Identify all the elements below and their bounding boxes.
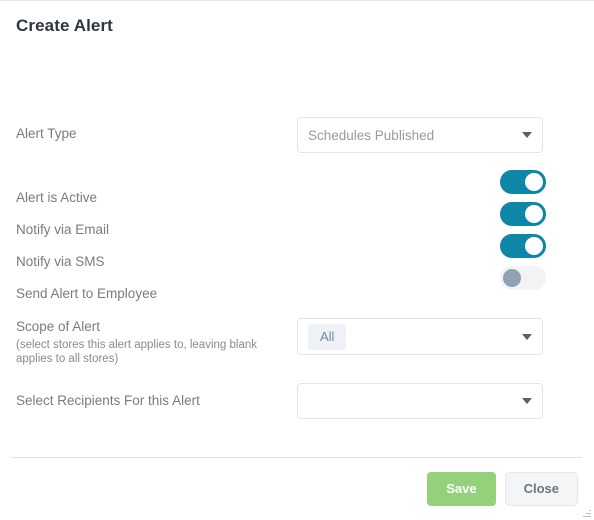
select-recipients-select[interactable]: [297, 383, 543, 419]
scope-of-alert-value: All: [308, 323, 514, 350]
send-alert-to-employee-label: Send Alert to Employee: [16, 286, 158, 301]
toggle-knob: [525, 205, 543, 223]
send-alert-to-employee-toggle[interactable]: [500, 266, 546, 290]
chevron-down-icon: [522, 132, 532, 138]
field-row-send-alert-to-employee: Send Alert to Employee: [16, 285, 578, 303]
dialog-footer: Save Close: [12, 457, 582, 520]
dialog-header: Create Alert: [0, 1, 594, 37]
resize-handle-icon[interactable]: [580, 506, 592, 518]
toggle-knob: [503, 269, 521, 287]
create-alert-dialog: Create Alert Alert Type Schedules Publis…: [0, 0, 594, 520]
chevron-down-icon: [522, 398, 532, 404]
chevron-down-icon: [522, 333, 532, 340]
alert-type-value: Schedules Published: [308, 127, 435, 143]
alert-type-select[interactable]: Schedules Published: [297, 117, 543, 153]
notify-via-email-label: Notify via Email: [16, 222, 110, 237]
alert-is-active-toggle[interactable]: [500, 170, 546, 194]
notify-via-sms-label: Notify via SMS: [16, 254, 105, 269]
scope-of-alert-hint: (select stores this alert applies to, le…: [16, 339, 257, 365]
page-title: Create Alert: [16, 16, 113, 35]
close-button[interactable]: Close: [504, 472, 578, 506]
toggle-knob: [525, 173, 543, 191]
notify-via-email-toggle[interactable]: [500, 202, 546, 226]
field-row-notify-via-email: Notify via Email: [16, 221, 578, 239]
notify-via-sms-toggle[interactable]: [500, 234, 546, 258]
field-row-notify-via-sms: Notify via SMS: [16, 253, 578, 271]
scope-chip-all[interactable]: All: [308, 323, 347, 350]
dialog-body: Alert Type Schedules Published Alert is …: [0, 37, 594, 457]
field-row-alert-is-active: Alert is Active: [16, 189, 578, 207]
alert-is-active-label: Alert is Active: [16, 190, 98, 205]
toggle-knob: [525, 237, 543, 255]
scope-of-alert-select[interactable]: All: [297, 318, 543, 355]
save-button[interactable]: Save: [427, 472, 496, 506]
